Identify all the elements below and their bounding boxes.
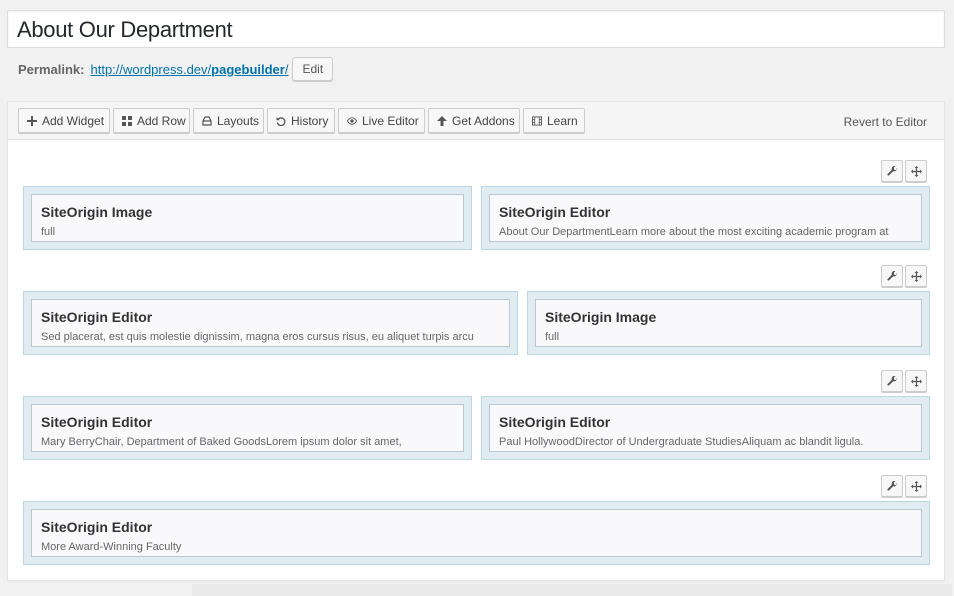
widget-description: More Award-Winning Faculty bbox=[41, 541, 182, 553]
get-addons-button[interactable]: Get Addons bbox=[428, 108, 520, 133]
row-settings-wrench-icon[interactable] bbox=[881, 265, 903, 287]
row-settings-wrench-icon[interactable] bbox=[881, 160, 903, 182]
builder-toolbar: Add Widget Add Row Layouts History Live … bbox=[8, 102, 944, 140]
row-2-tools bbox=[881, 265, 927, 287]
permalink-url-base: http://wordpress.dev/ bbox=[90, 61, 212, 77]
row-settings-wrench-icon[interactable] bbox=[881, 370, 903, 392]
row-1-cell-1: SiteOrigin Image full bbox=[23, 186, 472, 250]
row-3-cell-1: SiteOrigin Editor Mary BerryChair, Depar… bbox=[23, 396, 472, 460]
row-3-tools bbox=[881, 370, 927, 392]
layouts-label: Layouts bbox=[217, 113, 260, 128]
history-button[interactable]: History bbox=[267, 108, 335, 133]
film-icon bbox=[532, 115, 542, 126]
permalink-link[interactable]: http://wordpress.dev/pagebuilder/ bbox=[90, 62, 288, 77]
widget-card[interactable]: SiteOrigin Image full bbox=[535, 299, 922, 347]
widget-title: SiteOrigin Image bbox=[545, 309, 657, 325]
row-1-cell-2: SiteOrigin Editor About Our DepartmentLe… bbox=[481, 186, 930, 250]
widget-title: SiteOrigin Image bbox=[41, 204, 153, 220]
live-editor-button[interactable]: Live Editor bbox=[338, 108, 425, 133]
page-builder-panel: Add Widget Add Row Layouts History Live … bbox=[7, 101, 945, 581]
row-2-cell-2: SiteOrigin Image full bbox=[527, 291, 930, 355]
row-1-tools bbox=[881, 160, 927, 182]
add-widget-button[interactable]: Add Widget bbox=[18, 108, 110, 133]
post-title-field[interactable]: About Our Department bbox=[7, 10, 945, 48]
learn-label: Learn bbox=[547, 113, 578, 128]
widget-card[interactable]: SiteOrigin Image full bbox=[31, 194, 464, 242]
widget-description: Paul HollywoodDirector of Undergraduate … bbox=[499, 436, 864, 448]
live-editor-label: Live Editor bbox=[362, 113, 419, 128]
widget-description: full bbox=[545, 331, 560, 343]
permalink-slug: pagebuilder bbox=[211, 61, 285, 77]
widget-title: SiteOrigin Editor bbox=[41, 309, 153, 325]
row-2-cell-1: SiteOrigin Editor Sed placerat, est quis… bbox=[23, 291, 518, 355]
get-addons-label: Get Addons bbox=[452, 113, 515, 128]
bottom-divider bbox=[192, 584, 952, 596]
add-widget-label: Add Widget bbox=[42, 113, 105, 128]
add-row-label: Add Row bbox=[137, 113, 186, 128]
row-3-cell-2: SiteOrigin Editor Paul HollywoodDirector… bbox=[481, 396, 930, 460]
widget-title: SiteOrigin Editor bbox=[41, 519, 153, 535]
widget-card[interactable]: SiteOrigin Editor Paul HollywoodDirector… bbox=[489, 404, 922, 452]
layouts-button[interactable]: Layouts bbox=[193, 108, 264, 133]
row-4-tools bbox=[881, 475, 927, 497]
layouts-icon bbox=[202, 115, 212, 126]
row-4-cell-1: SiteOrigin Editor More Award-Winning Fac… bbox=[23, 501, 930, 565]
permalink-edit-button[interactable]: Edit bbox=[292, 57, 334, 81]
row-settings-wrench-icon[interactable] bbox=[881, 475, 903, 497]
plus-icon bbox=[27, 115, 37, 126]
widget-description: full bbox=[41, 226, 56, 238]
row-move-icon[interactable] bbox=[905, 475, 927, 497]
learn-button[interactable]: Learn bbox=[523, 108, 585, 133]
add-row-button[interactable]: Add Row bbox=[113, 108, 190, 133]
widget-title: SiteOrigin Editor bbox=[41, 414, 153, 430]
arrow-up-icon bbox=[437, 115, 447, 126]
widget-title: SiteOrigin Editor bbox=[499, 204, 611, 220]
widget-card[interactable]: SiteOrigin Editor More Award-Winning Fac… bbox=[31, 509, 922, 557]
widget-description: Mary BerryChair, Department of Baked Goo… bbox=[41, 436, 402, 448]
post-title: About Our Department bbox=[17, 17, 233, 42]
permalink-label: Permalink: bbox=[18, 61, 85, 77]
history-label: History bbox=[291, 113, 329, 128]
widget-title: SiteOrigin Editor bbox=[499, 414, 611, 430]
widget-description: About Our DepartmentLearn more about the… bbox=[499, 226, 889, 238]
row-move-icon[interactable] bbox=[905, 265, 927, 287]
revert-to-editor-link[interactable]: Revert to Editor bbox=[844, 115, 927, 129]
permalink-trailing: / bbox=[284, 61, 289, 77]
undo-icon bbox=[276, 116, 286, 126]
grid-icon bbox=[122, 115, 132, 126]
permalink-bar: Permalink: http://wordpress.dev/pagebuil… bbox=[18, 57, 334, 81]
widget-card[interactable]: SiteOrigin Editor Sed placerat, est quis… bbox=[31, 299, 510, 347]
widget-description: Sed placerat, est quis molestie dignissi… bbox=[41, 331, 474, 343]
widget-card[interactable]: SiteOrigin Editor About Our DepartmentLe… bbox=[489, 194, 922, 242]
row-move-icon[interactable] bbox=[905, 370, 927, 392]
eye-icon bbox=[347, 116, 357, 126]
row-move-icon[interactable] bbox=[905, 160, 927, 182]
widget-card[interactable]: SiteOrigin Editor Mary BerryChair, Depar… bbox=[31, 404, 464, 452]
